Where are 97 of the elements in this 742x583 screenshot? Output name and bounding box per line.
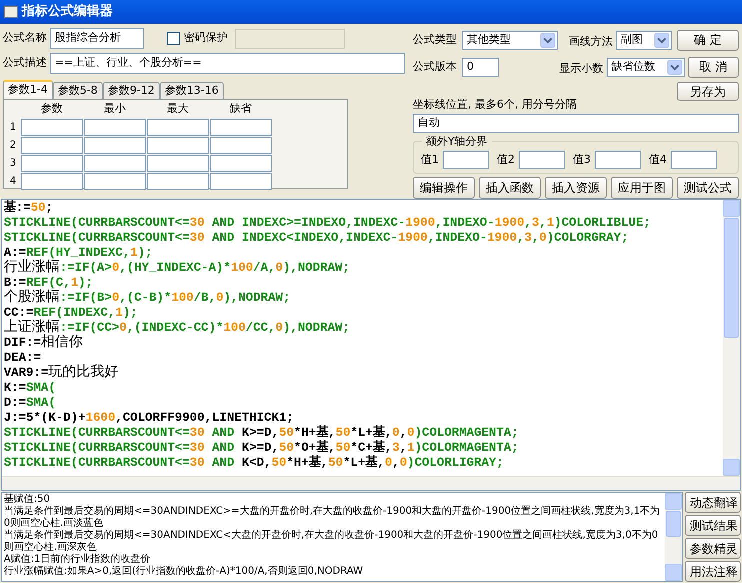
code-line: A:=REF(HY_INDEXC,1);	[4, 246, 154, 260]
app-icon	[4, 6, 18, 18]
code-line: 个股涨幅:=IF(B>0,(C-B)*100/B,0),NODRAW;	[4, 291, 292, 306]
field-label: 画线方法	[569, 35, 613, 48]
code-line: 上证涨幅:=IF(CC>0,(INDEXC-CC)*100/CC,0),NODRAW;	[4, 321, 352, 336]
value-label: 值1	[421, 152, 439, 168]
horizontal-scrollbar[interactable]	[2, 476, 740, 490]
dropdown[interactable]: 副图	[616, 30, 672, 50]
window-title: 指标公式编辑器	[22, 2, 113, 22]
tab[interactable]: 参数1-4	[3, 80, 53, 99]
code-line: STICKLINE(CURRBARSCOUNT<=30 AND INDEXC>=INDEXO,INDEXC-1900,INDEXO-1900,3,1)COLORLIBLUE;	[4, 216, 652, 231]
field-label: 密码保护	[184, 30, 228, 46]
param-field[interactable]	[84, 154, 146, 172]
field-label: 公式名称	[3, 30, 47, 46]
translation-line: 当满足条件到最后交易的周期<=30ANDINDEXC>=大盘的开盘价时,在大盘的收盘价-1900和大盘的开盘价-1900位置之间画柱状线,宽度为3,1不为0则画空心柱.画淡蓝色	[4, 506, 662, 530]
tab[interactable]: 参数5-8	[52, 82, 103, 99]
code-line: J:=5*(K-D)+1600,COLORFF9900,LINETHICK1;	[4, 411, 296, 426]
axis-field[interactable]: 自动	[413, 114, 739, 132]
side-button[interactable]: 参数精灵	[685, 538, 741, 559]
tab[interactable]: 参数13-16	[160, 82, 224, 99]
column-header: 最小	[103, 101, 127, 117]
param-field[interactable]	[21, 118, 83, 136]
tab[interactable]: 参数9-12	[102, 82, 160, 99]
axis-label: 坐标线位置, 最多6个, 用分号分隔	[413, 98, 578, 111]
description-field[interactable]: ==上证、行业、个股分析==	[50, 53, 405, 74]
row-number: 2	[10, 138, 18, 152]
param-field[interactable]	[84, 172, 146, 190]
column-header: 参数	[40, 101, 64, 117]
value-label: 值3	[573, 152, 591, 168]
value-field[interactable]	[671, 151, 717, 170]
translation-line: 当满足条件到最后交易的周期<=30ANDINDEXC<大盘的开盘价时,在大盘的收盘价-1900和大盘的开盘价-1900位置之间画柱状线,宽度为3,0不为0则画空心柱.画深灰色	[4, 530, 660, 554]
field-label: 公式类型	[413, 32, 457, 48]
value-field[interactable]	[443, 151, 489, 170]
save-as-button[interactable]: 另存为	[677, 82, 739, 101]
param-field[interactable]	[210, 172, 272, 190]
code-line: DIF:=相信你	[4, 336, 84, 351]
code-editor[interactable]	[1, 199, 741, 491]
row-number: 3	[10, 156, 18, 170]
code-line: VAR9:=玩的比我好	[4, 366, 120, 381]
param-field[interactable]	[210, 136, 272, 154]
code-line: 行业涨幅:=IF(A>0,(HY_INDEXC-A)*100/A,0),NODRAW;	[4, 261, 352, 276]
column-header: 缺省	[229, 101, 253, 117]
param-field[interactable]	[147, 172, 209, 190]
value-label: 值2	[497, 152, 515, 168]
side-button[interactable]: 测试结果	[685, 515, 741, 536]
code-line: B:=REF(C,1);	[4, 276, 94, 290]
version-field[interactable]: 0	[462, 58, 499, 76]
translation-line: 基赋值:50	[4, 494, 52, 506]
param-field[interactable]	[147, 154, 209, 172]
action-button[interactable]: 测试公式	[677, 177, 739, 199]
field-label: 公式描述	[3, 55, 47, 72]
name-field[interactable]: 股指综合分析	[50, 28, 144, 49]
password-field[interactable]	[235, 28, 345, 48]
side-button[interactable]: 动态翻译	[685, 492, 741, 513]
code-line: DEA:=	[4, 351, 42, 366]
vertical-scrollbar[interactable]	[723, 200, 740, 476]
param-field[interactable]	[210, 118, 272, 136]
action-button[interactable]: 应用于图	[611, 177, 673, 199]
caret-icon	[667, 60, 684, 74]
caret-icon	[540, 32, 556, 48]
row-number: 4	[10, 174, 18, 188]
field-label: 公式版本	[413, 58, 457, 75]
caret-icon	[654, 32, 670, 48]
code-line: STICKLINE(CURRBARSCOUNT<=30 AND K>=D,50*O+基,50*C+基,3,1)COLORMAGENTA;	[4, 441, 520, 456]
param-field[interactable]	[21, 136, 83, 154]
code-line: STICKLINE(CURRBARSCOUNT<=30 AND K<D,50*H+基,50*L+基,0,0)COLORLIGRAY;	[4, 456, 505, 471]
code-line: D:=SMA(	[4, 396, 58, 411]
ok-button[interactable]: 确 定	[677, 30, 739, 50]
value-field[interactable]	[595, 151, 641, 170]
row-number: 1	[10, 120, 18, 134]
field-label: 显示小数	[560, 62, 604, 75]
translation-line: A赋值:1日前的行业指数的收盘价	[4, 554, 152, 566]
param-field[interactable]	[147, 118, 209, 136]
param-field[interactable]	[210, 154, 272, 172]
param-field[interactable]	[21, 172, 83, 190]
value-field[interactable]	[519, 151, 565, 170]
dropdown[interactable]: 缺省位数	[606, 58, 686, 76]
code-line: K:=SMA(	[4, 381, 58, 396]
cancel-button[interactable]: 取 消	[688, 56, 739, 78]
side-button[interactable]: 用法注释	[685, 561, 741, 582]
vertical-scrollbar[interactable]	[665, 493, 682, 581]
dropdown[interactable]: 其他类型	[462, 30, 558, 50]
param-field[interactable]	[84, 118, 146, 136]
translation-line: 行业涨幅赋值:如果A>0,返回(行业指数的收盘价-A)*100/A,否则返回0,NODRAW	[4, 566, 364, 578]
value-label: 值4	[649, 152, 667, 168]
action-button[interactable]: 编辑操作	[413, 177, 475, 199]
param-field[interactable]	[21, 154, 83, 172]
column-header: 最大	[166, 101, 190, 117]
code-line: STICKLINE(CURRBARSCOUNT<=30 AND INDEXC<INDEXO,INDEXC-1900,INDEXO-1900,3,0)COLORGRAY;	[4, 231, 630, 246]
action-button[interactable]: 插入函数	[479, 177, 541, 199]
action-button[interactable]: 插入资源	[545, 177, 607, 199]
checkbox[interactable]	[167, 32, 180, 45]
code-line: STICKLINE(CURRBARSCOUNT<=30 AND K>=D,50*H+基,50*L+基,0,0)COLORMAGENTA;	[4, 426, 520, 440]
param-field[interactable]	[84, 136, 146, 154]
code-line: CC:=REF(INDEXC,1);	[4, 306, 139, 320]
code-line: 基:=50;	[4, 201, 54, 216]
param-field[interactable]	[147, 136, 209, 154]
